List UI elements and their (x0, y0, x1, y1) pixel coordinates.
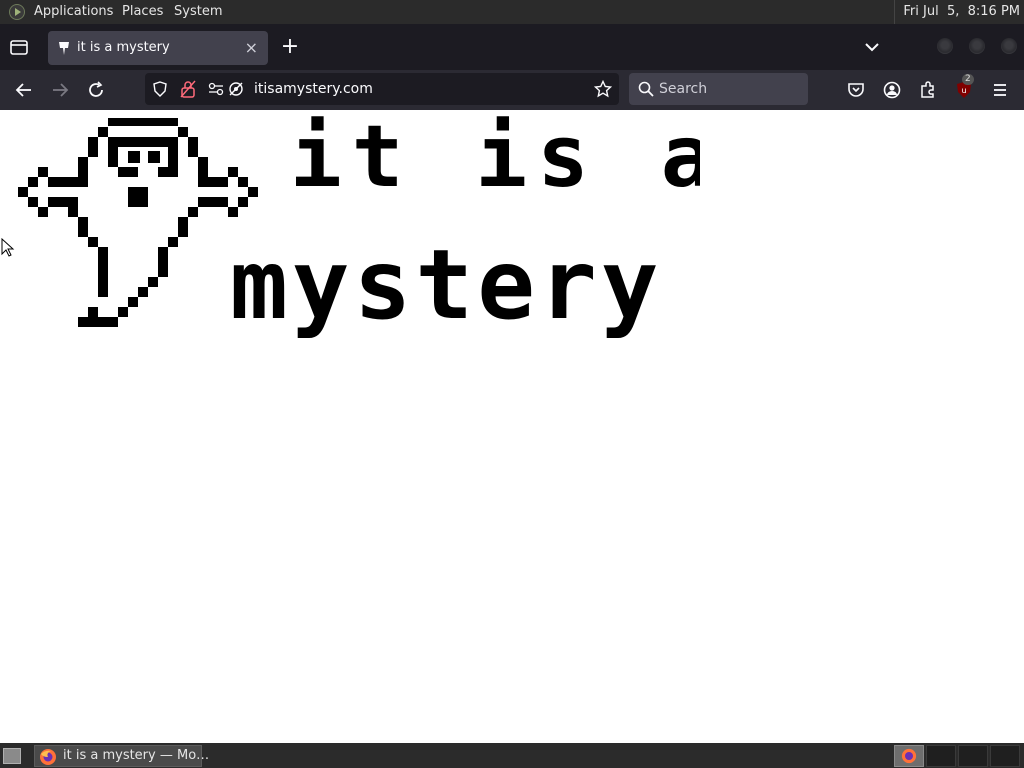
forward-arrow-icon[interactable] (50, 80, 70, 100)
firefox-icon (40, 749, 56, 765)
taskbar-window-firefox[interactable]: it is a mystery — Mo… (34, 745, 209, 767)
permissions-icon[interactable] (208, 82, 224, 96)
tab-strip: it is a mystery × + (0, 24, 1024, 70)
account-icon[interactable] (882, 80, 902, 100)
tab-title: it is a mystery (77, 40, 170, 55)
insecure-lock-icon[interactable] (180, 80, 196, 98)
workspace-3[interactable] (958, 745, 988, 767)
workspace-2[interactable] (926, 745, 956, 767)
minimize-window-button[interactable] (937, 38, 953, 54)
search-placeholder: Search (659, 81, 708, 97)
firefox-icon (901, 748, 917, 764)
search-input[interactable]: Search (629, 73, 808, 105)
tracking-blocked-icon[interactable] (228, 81, 244, 97)
firefox-view-icon[interactable] (8, 36, 30, 58)
clock[interactable]: Fri Jul 5, 8:16 PM (894, 0, 1020, 24)
close-window-button[interactable] (1001, 38, 1017, 54)
workspace-1[interactable] (894, 745, 924, 767)
pixel-ghost-drawing (18, 118, 258, 327)
tab-it-is-a-mystery[interactable]: it is a mystery × (48, 31, 268, 65)
places-menu[interactable]: Places (122, 0, 163, 24)
distro-logo-icon[interactable] (9, 4, 25, 20)
navigation-toolbar: itisamystery.com Search u 2 (0, 70, 1024, 110)
headline-line-1: it is a (290, 110, 700, 207)
maximize-window-button[interactable] (969, 38, 985, 54)
applications-menu[interactable]: Applications (34, 0, 113, 24)
close-tab-icon[interactable]: × (245, 31, 258, 65)
url-text[interactable]: itisamystery.com (254, 73, 373, 105)
mouse-pointer-icon (1, 238, 15, 257)
hamburger-menu-icon[interactable] (990, 80, 1010, 100)
show-desktop-icon[interactable] (3, 748, 21, 764)
shield-icon[interactable] (152, 81, 168, 97)
search-icon (638, 81, 654, 97)
headline-line-2: mystery (230, 229, 663, 341)
new-tab-button[interactable]: + (280, 33, 300, 61)
reload-icon[interactable] (86, 80, 106, 100)
page-content: it is a mystery (0, 110, 1024, 743)
mystery-pixel-art: it is a mystery (18, 110, 700, 341)
taskbar-window-label: it is a mystery — Mo… (63, 748, 210, 763)
address-bar[interactable]: itisamystery.com (145, 73, 619, 105)
top-panel: Applications Places System Fri Jul 5, 8:… (0, 0, 1024, 24)
workspace-4[interactable] (990, 745, 1020, 767)
ublock-count-badge: 2 (962, 74, 974, 85)
pocket-icon[interactable] (846, 80, 866, 100)
ghost-favicon-icon (59, 42, 69, 55)
bookmark-star-icon[interactable] (594, 80, 612, 98)
bottom-taskbar: it is a mystery — Mo… (0, 743, 1024, 768)
extensions-puzzle-icon[interactable] (918, 80, 938, 100)
list-all-tabs-chevron-icon[interactable] (862, 37, 882, 57)
svg-text:u: u (961, 86, 966, 95)
system-menu[interactable]: System (174, 0, 222, 24)
back-arrow-icon[interactable] (14, 80, 34, 100)
